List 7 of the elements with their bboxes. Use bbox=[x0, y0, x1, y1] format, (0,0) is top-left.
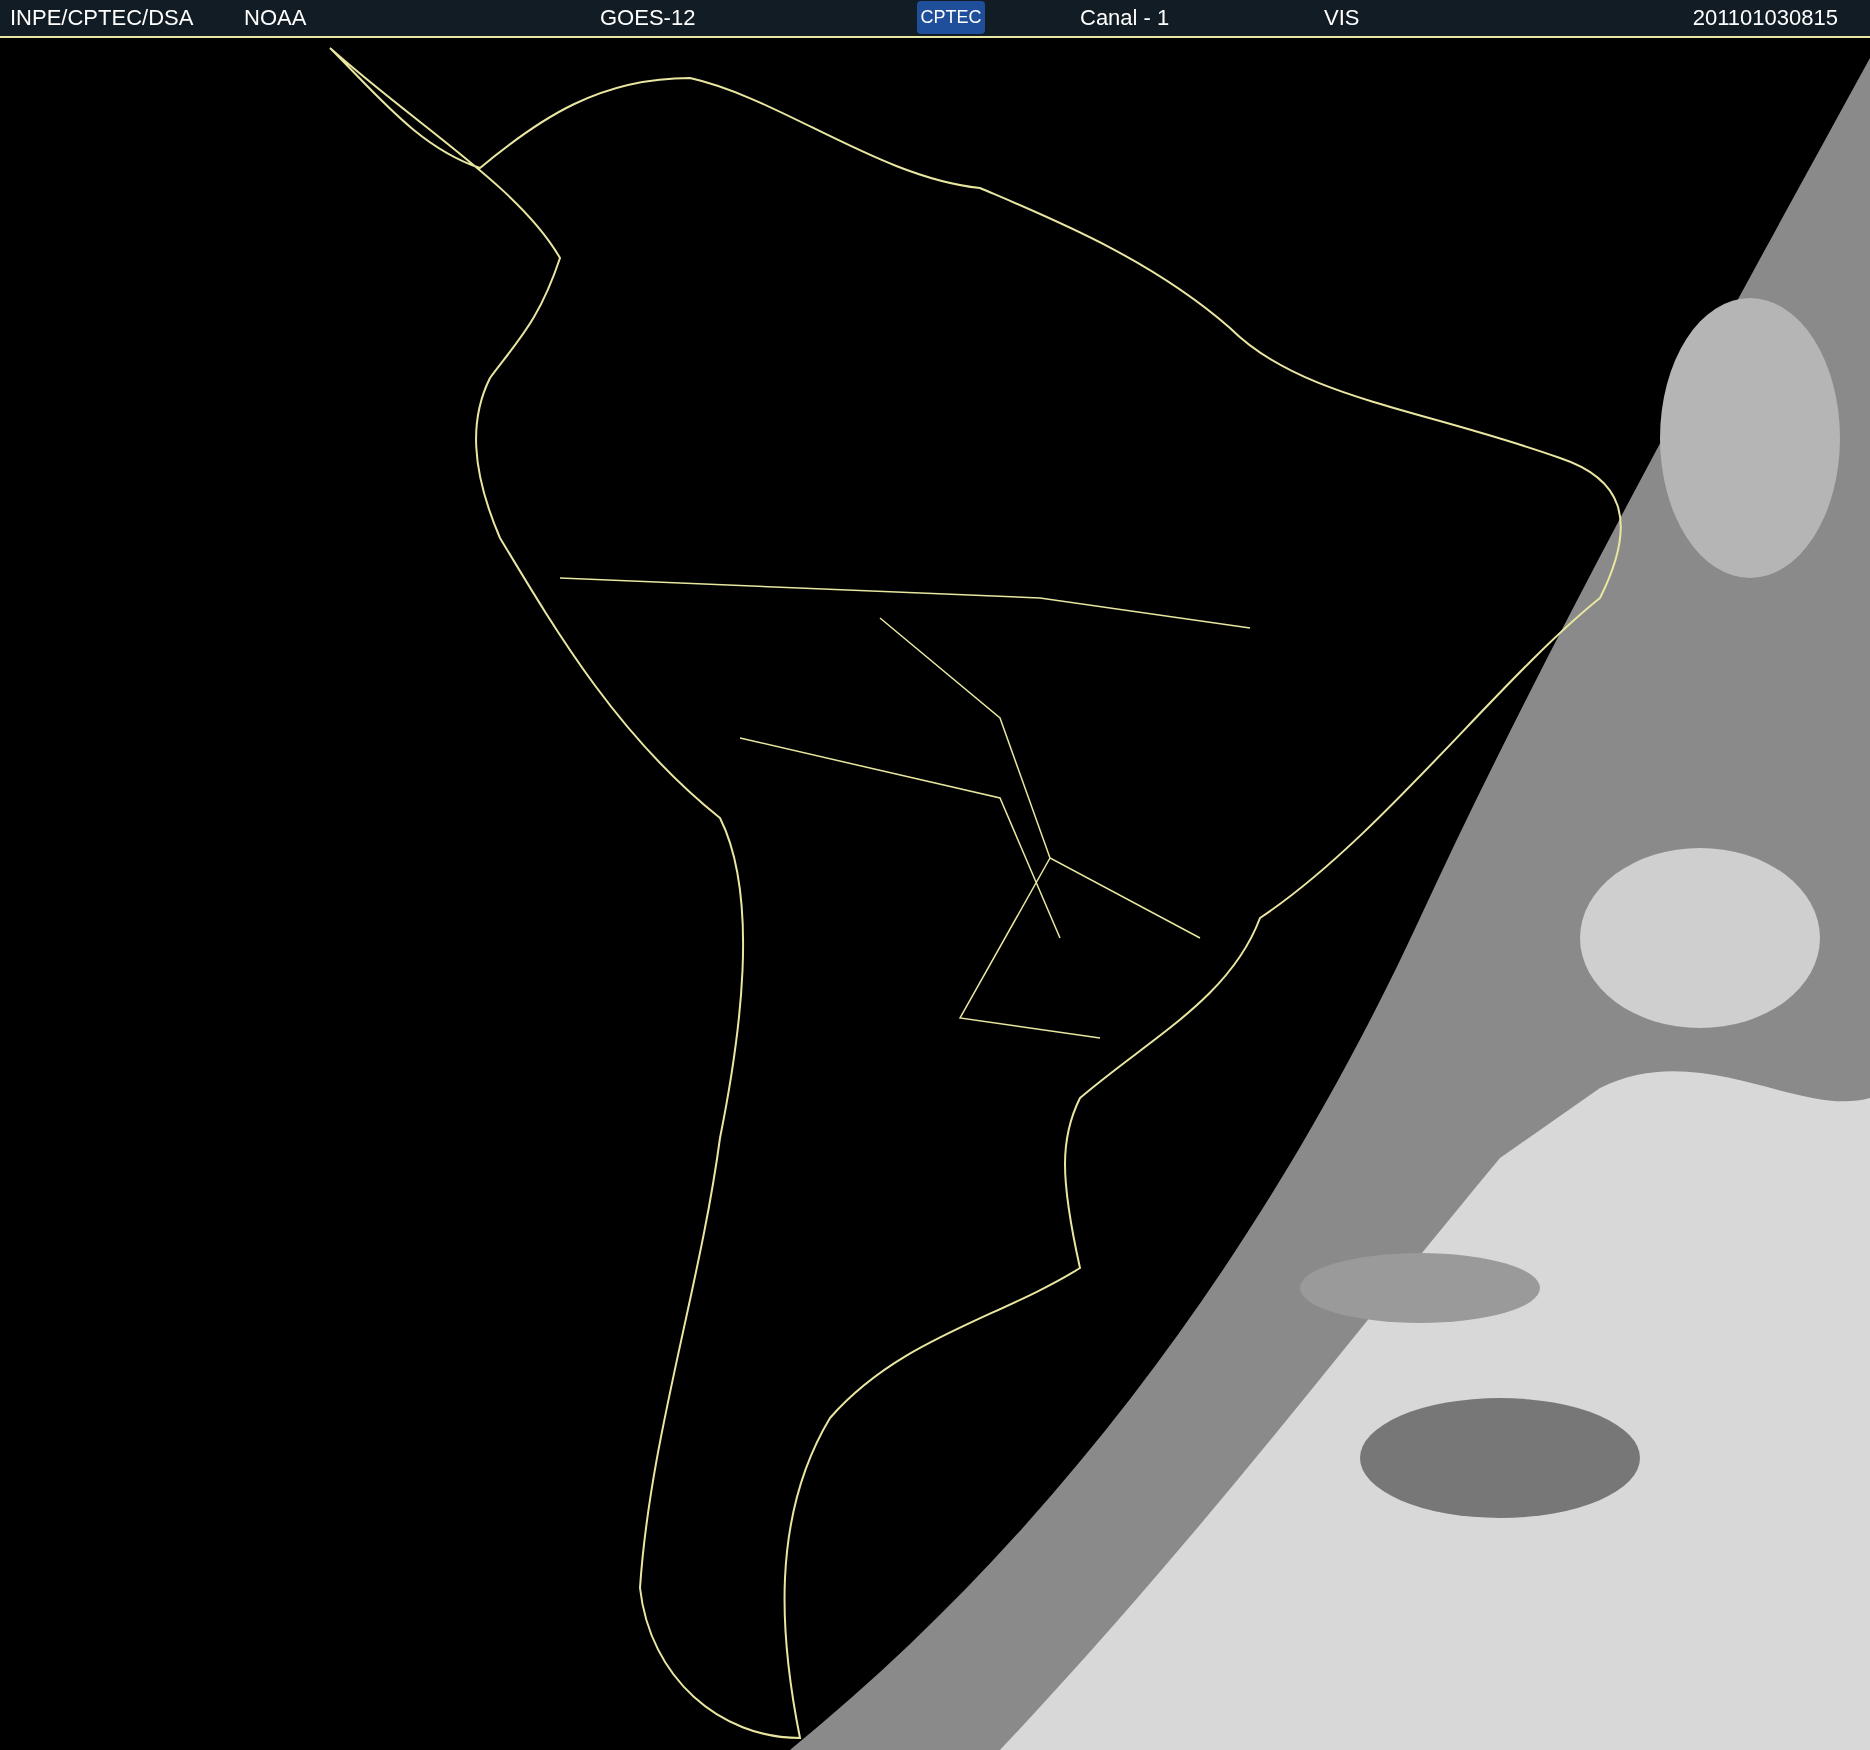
band-label: VIS bbox=[1324, 5, 1360, 31]
source-label: INPE/CPTEC/DSA bbox=[10, 5, 194, 31]
timestamp-label: 201101030815 bbox=[1692, 5, 1838, 31]
satellite-label: GOES-12 bbox=[600, 5, 696, 31]
agency-label: NOAA bbox=[244, 5, 307, 31]
channel-label: Canal - 1 bbox=[1080, 5, 1170, 31]
logo-badge: CPTEC bbox=[917, 1, 985, 34]
